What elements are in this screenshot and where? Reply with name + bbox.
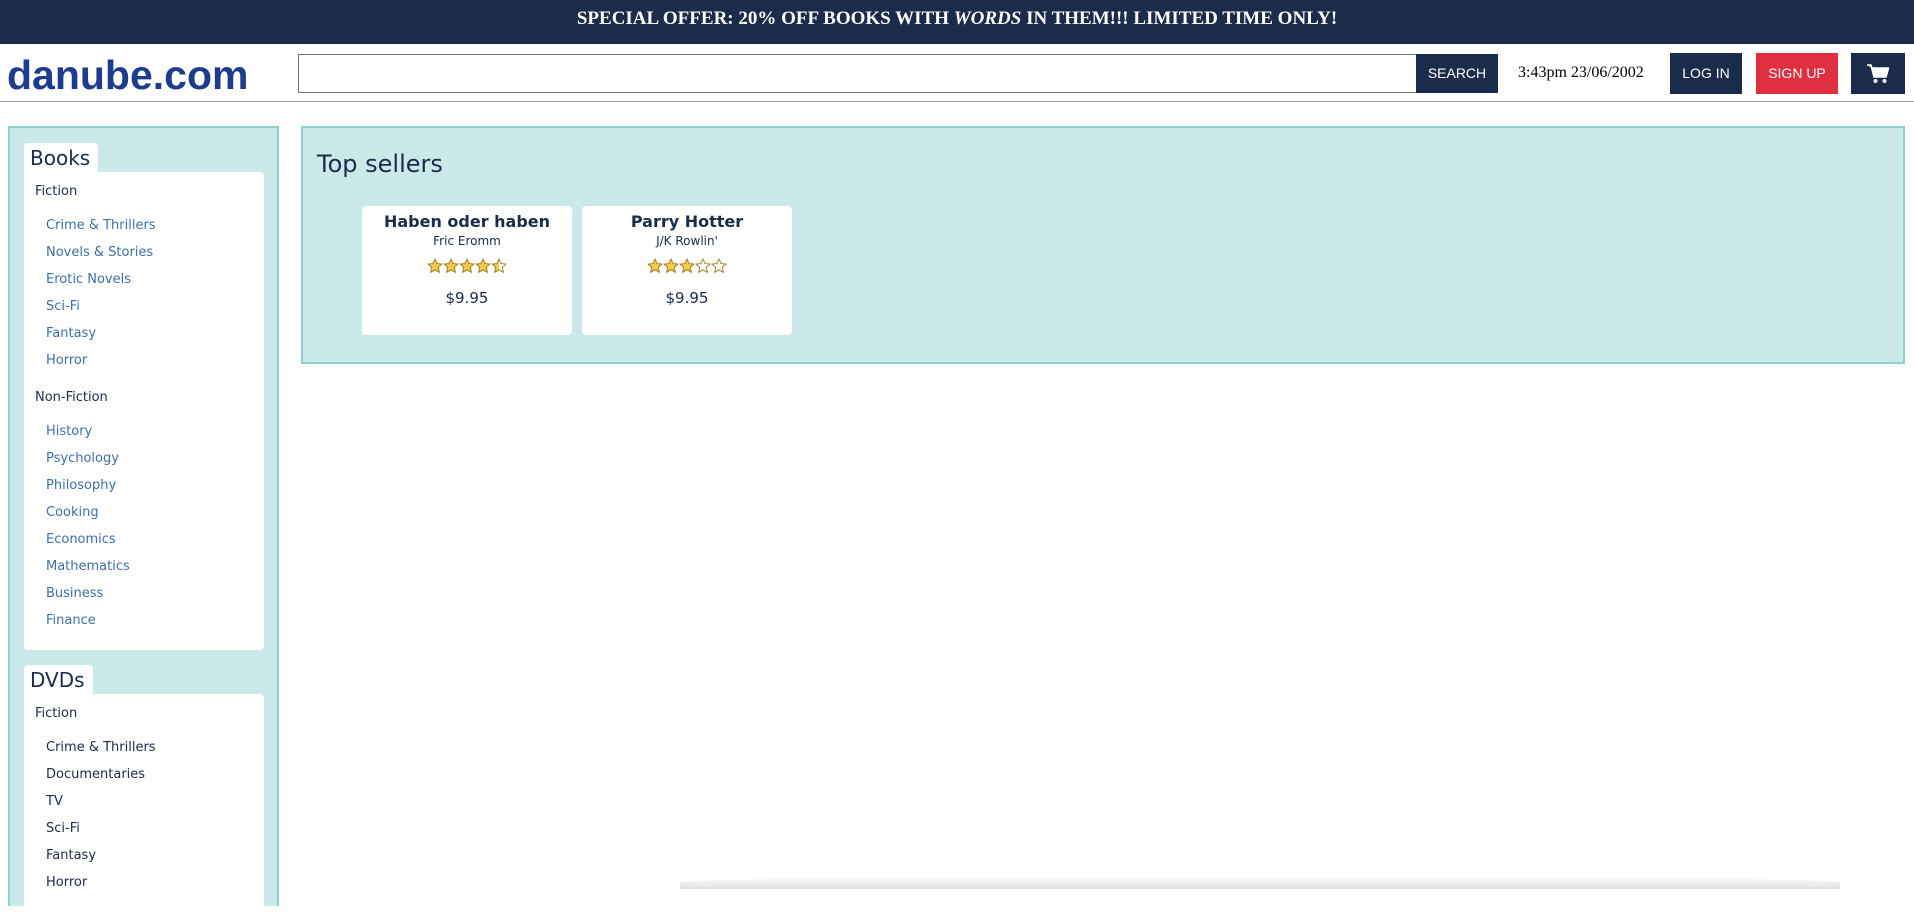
signup-button[interactable]: SIGN UP: [1756, 53, 1838, 94]
books-fiction-label[interactable]: Fiction: [35, 184, 77, 199]
top-sellers-panel: Top sellers Haben oder haben Fric Eromm …: [301, 126, 1905, 364]
product-card[interactable]: Haben oder haben Fric Eromm $9.95: [362, 206, 572, 335]
star-icon: [459, 258, 475, 274]
shopping-cart-icon: [1867, 64, 1890, 83]
product-card[interactable]: Parry Hotter J/K Rowlin' $9.95: [582, 206, 792, 335]
dvds-link-tv[interactable]: TV: [46, 794, 63, 809]
search-input[interactable]: [298, 54, 1417, 93]
books-link-crime-thrillers[interactable]: Crime & Thrillers: [46, 218, 156, 233]
cart-button[interactable]: [1851, 53, 1905, 94]
star-icon: [663, 258, 679, 274]
books-link-novels-stories[interactable]: Novels & Stories: [46, 245, 153, 260]
books-link-horror[interactable]: Horror: [46, 353, 87, 368]
books-link-psychology[interactable]: Psychology: [46, 451, 119, 466]
books-link-business[interactable]: Business: [46, 586, 103, 601]
promo-banner: SPECIAL OFFER: 20% OFF BOOKS WITH WORDS …: [0, 0, 1914, 44]
product-rating: [362, 258, 572, 274]
product-price: $9.95: [665, 289, 709, 307]
star-icon: [491, 258, 507, 274]
product-price: $9.95: [445, 289, 489, 307]
star-icon: [427, 258, 443, 274]
product-title[interactable]: Parry Hotter: [582, 212, 792, 231]
books-link-cooking[interactable]: Cooking: [46, 505, 99, 520]
dvds-link-documentaries[interactable]: Documentaries: [46, 767, 145, 782]
books-category-title[interactable]: Books: [24, 143, 99, 173]
star-icon: [647, 258, 663, 274]
product-author: J/K Rowlin': [656, 234, 718, 248]
dvds-link-horror[interactable]: Horror: [46, 875, 87, 890]
dvds-link-sci-fi[interactable]: Sci-Fi: [46, 821, 80, 836]
dvds-category-title[interactable]: DVDs: [24, 665, 93, 695]
books-link-economics[interactable]: Economics: [46, 532, 116, 547]
promo-text-after: IN THEM!!! LIMITED TIME ONLY!: [1021, 8, 1338, 29]
books-link-erotic-novels[interactable]: Erotic Novels: [46, 272, 131, 287]
books-category-box: Fiction Crime & Thrillers Novels & Stori…: [24, 172, 264, 650]
datetime-display: 3:43pm 23/06/2002: [1518, 64, 1644, 81]
books-nonfiction-label[interactable]: Non-Fiction: [35, 390, 108, 405]
product-author: Fric Eromm: [433, 234, 501, 248]
promo-text-before: SPECIAL OFFER: 20% OFF BOOKS WITH: [576, 8, 954, 29]
star-icon: [695, 258, 711, 274]
books-link-history[interactable]: History: [46, 424, 92, 439]
star-icon: [475, 258, 491, 274]
books-link-sci-fi[interactable]: Sci-Fi: [46, 299, 80, 314]
product-rating: [582, 258, 792, 274]
dvds-link-crime-thrillers[interactable]: Crime & Thrillers: [46, 740, 156, 755]
site-header: danube.com SEARCH 3:43pm 23/06/2002 LOG …: [0, 44, 1914, 102]
star-icon: [443, 258, 459, 274]
promo-text-emphasis: WORDS: [953, 8, 1022, 29]
site-logo[interactable]: danube.com: [7, 52, 248, 99]
top-sellers-title: Top sellers: [317, 150, 443, 178]
books-link-philosophy[interactable]: Philosophy: [46, 478, 116, 493]
category-sidebar: Books Fiction Crime & Thrillers Novels &…: [8, 126, 279, 914]
books-link-mathematics[interactable]: Mathematics: [46, 559, 130, 574]
dvds-category-box: Fiction Crime & Thrillers Documentaries …: [24, 694, 264, 914]
star-icon: [711, 258, 727, 274]
search-button[interactable]: SEARCH: [1416, 54, 1498, 93]
bottom-shadow: [680, 876, 1840, 889]
books-link-fantasy[interactable]: Fantasy: [46, 326, 96, 341]
dvds-fiction-label[interactable]: Fiction: [35, 706, 77, 721]
login-button[interactable]: LOG IN: [1670, 53, 1742, 94]
dvds-link-fantasy[interactable]: Fantasy: [46, 848, 96, 863]
books-link-finance[interactable]: Finance: [46, 613, 96, 628]
star-icon: [679, 258, 695, 274]
product-title[interactable]: Haben oder haben: [362, 212, 572, 231]
